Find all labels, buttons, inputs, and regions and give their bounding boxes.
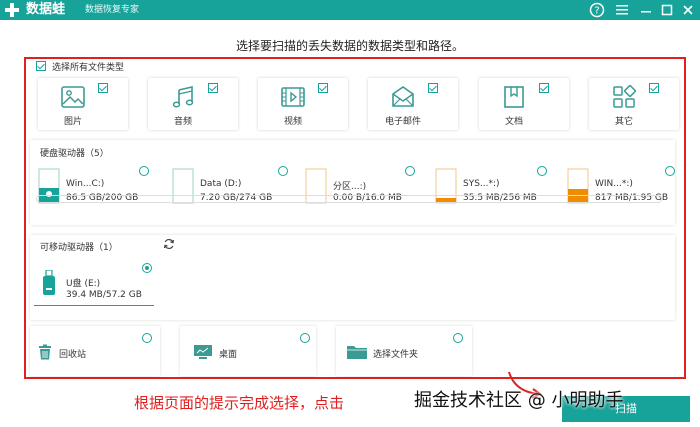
close-icon[interactable] xyxy=(680,2,696,18)
file-type-card-audio[interactable]: 音频 xyxy=(148,78,238,130)
svg-text:?: ? xyxy=(594,6,599,17)
drive-name: WIN...*:) xyxy=(595,179,633,189)
file-type-checkbox[interactable] xyxy=(428,83,438,93)
file-type-checkbox[interactable] xyxy=(208,83,218,93)
usb-drive-size: 39.4 MB/57.2 GB xyxy=(66,290,142,300)
audio-icon xyxy=(172,85,194,108)
recycle-bin-icon xyxy=(39,344,51,360)
drive-radio[interactable] xyxy=(278,166,288,176)
hard-drive-title: 硬盘驱动器（5） xyxy=(40,149,109,159)
select-all-label: 选择所有文件类型 xyxy=(52,62,125,73)
select-all-file-types[interactable]: 选择所有文件类型 xyxy=(36,59,124,73)
file-type-card-email[interactable]: 电子邮件 xyxy=(368,78,458,130)
location-desktop[interactable]: 桌面 xyxy=(180,326,316,376)
removable-drive-title: 可移动驱动器（1） xyxy=(40,243,118,253)
title-bar: 数据蛙 数据恢复专家 ? xyxy=(0,0,700,20)
page-prompt: 选择要扫描的丢失数据的数据类型和路径。 xyxy=(235,39,464,53)
usb-drive-name: U盘 (E:) xyxy=(66,279,101,289)
drive-name: SYS...*:) xyxy=(463,179,500,189)
drive-scrollbar[interactable] xyxy=(36,195,662,203)
drive-radio[interactable] xyxy=(537,166,547,176)
file-type-label: 文档 xyxy=(504,117,523,127)
refresh-icon[interactable] xyxy=(163,238,175,250)
document-icon xyxy=(504,86,524,108)
file-type-label: 电子邮件 xyxy=(384,117,421,127)
app-tagline: 数据恢复专家 xyxy=(85,5,140,15)
file-type-card-image[interactable]: 图片 xyxy=(38,78,128,130)
drive-radio[interactable] xyxy=(665,166,675,176)
other-icon xyxy=(613,85,636,108)
usb-drive-radio[interactable] xyxy=(142,263,152,273)
drive-name: Data (D:) xyxy=(200,179,242,189)
maximize-icon[interactable] xyxy=(659,2,675,18)
usb-drive-icon xyxy=(43,270,55,295)
file-type-card-other[interactable]: 其它 xyxy=(589,78,679,130)
location-label: 回收站 xyxy=(59,350,87,360)
file-type-label: 视频 xyxy=(283,117,302,127)
file-type-card-document[interactable]: 文档 xyxy=(479,78,569,130)
logo-icon xyxy=(5,3,19,17)
select-all-checkbox[interactable] xyxy=(36,61,46,71)
location-label: 选择文件夹 xyxy=(373,350,419,360)
location-radio[interactable] xyxy=(453,333,463,343)
file-type-checkbox[interactable] xyxy=(539,83,549,93)
usb-drive-item[interactable]: U盘 (E:) 39.4 MB/57.2 GB xyxy=(34,268,154,306)
file-type-checkbox[interactable] xyxy=(649,83,659,93)
file-type-label: 图片 xyxy=(63,117,82,127)
drive-name: Win...C:) xyxy=(66,179,105,189)
instruction-annotation: 根据页面的提示完成选择，点击 xyxy=(134,394,345,412)
video-icon xyxy=(281,87,305,107)
location-radio[interactable] xyxy=(142,333,152,343)
file-type-label: 音频 xyxy=(173,117,192,127)
folder-icon xyxy=(347,346,367,359)
email-icon xyxy=(392,86,414,107)
app-brand: 数据蛙 xyxy=(26,2,66,17)
desktop-icon xyxy=(194,345,212,359)
menu-icon[interactable] xyxy=(614,2,630,18)
drive-radio[interactable] xyxy=(405,166,415,176)
file-type-checkbox[interactable] xyxy=(98,83,108,93)
location-recycle-bin[interactable]: 回收站 xyxy=(30,326,160,376)
watermark: 掘金技术社区 @ 小明助手 xyxy=(414,390,624,411)
location-label: 桌面 xyxy=(219,350,238,360)
file-type-card-video[interactable]: 视频 xyxy=(258,78,348,130)
location-radio[interactable] xyxy=(300,333,310,343)
minimize-icon[interactable] xyxy=(638,2,654,18)
location-choose-folder[interactable]: 选择文件夹 xyxy=(336,326,472,376)
file-type-checkbox[interactable] xyxy=(318,83,328,93)
drive-name: 分区...:) xyxy=(333,182,367,192)
file-type-label: 其它 xyxy=(614,117,633,127)
help-icon[interactable]: ? xyxy=(589,2,605,18)
drive-radio[interactable] xyxy=(139,166,149,176)
image-icon xyxy=(61,86,85,108)
